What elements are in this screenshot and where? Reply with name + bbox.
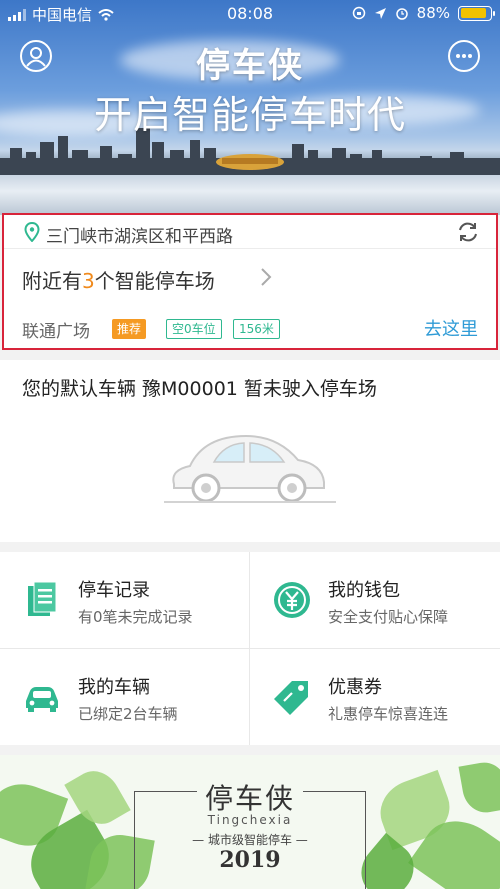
tile-desc: 已绑定2台车辆: [78, 705, 178, 723]
battery-percent: 88%: [416, 4, 450, 22]
wallet-tile[interactable]: 我的钱包 安全支付贴心保障: [250, 552, 499, 648]
tile-title: 我的钱包: [328, 580, 400, 601]
tile-desc: 安全支付贴心保障: [328, 608, 449, 626]
navigate-link[interactable]: 去这里: [424, 315, 478, 341]
tile-desc: 有0笔未完成记录: [78, 608, 193, 626]
alarm-icon: [395, 8, 408, 20]
location-arrow-icon: [374, 7, 386, 19]
car-illustration: [164, 434, 336, 503]
free-spaces-badge: 空0车位: [166, 319, 222, 339]
distance-badge: 156米: [233, 319, 280, 339]
tile-desc: 礼惠停车惊喜连连: [328, 705, 449, 723]
tile-title: 我的车辆: [78, 677, 150, 698]
promo-banner[interactable]: 停车侠 Tingchexia — 城市级智能停车 — 2019: [0, 755, 500, 889]
banner-english: Tingchexia: [207, 813, 293, 827]
battery-icon: [458, 5, 495, 21]
default-vehicle-section: 您的默认车辆 豫M00001 暂未驶入停车场: [0, 360, 500, 542]
lot-name: 联通广场: [22, 322, 90, 342]
parking-records-tile[interactable]: 停车记录 有0笔未完成记录: [0, 552, 249, 648]
hero-banner: 中国电信 08:08 88% 停车侠 开启智能停车时代: [0, 0, 500, 215]
app-title: 停车侠: [196, 46, 304, 86]
rotation-lock-icon: [352, 6, 365, 20]
tag-icon: [274, 681, 308, 715]
nearby-lots-text: 附近有3个智能停车场: [22, 269, 215, 293]
nearby-parking-card: 三门峡市湖滨区和平西路 附近有3个智能停车场 联通广场 推荐 空0车位 156米…: [2, 213, 498, 350]
app-slogan: 开启智能停车时代: [93, 93, 406, 137]
location-row: 三门峡市湖滨区和平西路: [4, 215, 496, 249]
recommend-badge: 推荐: [112, 319, 147, 339]
tile-title: 优惠券: [328, 677, 382, 698]
chevron-right-icon: [261, 268, 272, 286]
banner-title: 停车侠: [0, 777, 500, 817]
status-bar: 中国电信 08:08 88%: [0, 0, 500, 28]
current-address: 三门峡市湖滨区和平西路: [46, 227, 233, 247]
feature-grid: 停车记录 有0笔未完成记录 我的钱包 安全支付贴心保障 我的车辆 已绑定2台车辆: [0, 552, 500, 745]
map-pin-icon: [24, 222, 40, 242]
yuan-icon: [274, 582, 310, 618]
banner-year: 2019: [219, 847, 281, 873]
app-screen: 中国电信 08:08 88% 停车侠 开启智能停车时代 三门峡市湖滨区和平西路 …: [0, 0, 500, 889]
my-vehicles-tile[interactable]: 我的车辆 已绑定2台车辆: [0, 649, 249, 745]
tile-title: 停车记录: [78, 580, 150, 601]
nearby-count: 3: [82, 269, 95, 293]
recommended-lot-row: 联通广场 推荐 空0车位 156米 去这里: [4, 315, 496, 342]
refresh-icon[interactable]: [456, 220, 480, 244]
vehicle-status-message: 您的默认车辆 豫M00001 暂未驶入停车场: [22, 378, 377, 400]
coupons-tile[interactable]: 优惠券 礼惠停车惊喜连连: [250, 649, 499, 745]
divider: [0, 648, 500, 649]
car-icon: [26, 687, 58, 712]
document-icon: [28, 581, 57, 616]
banner-tagline: — 城市级智能停车 —: [192, 833, 308, 847]
